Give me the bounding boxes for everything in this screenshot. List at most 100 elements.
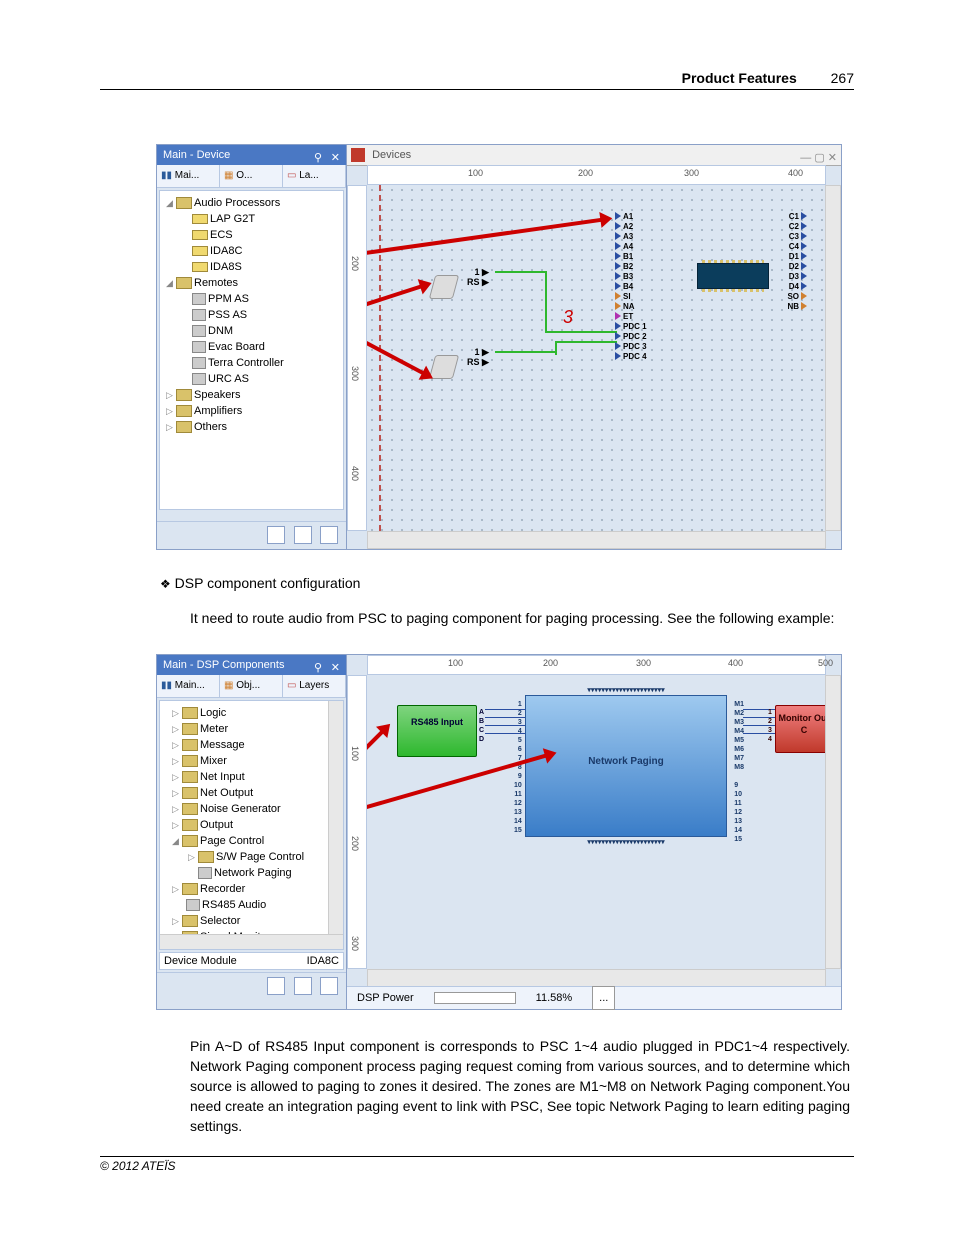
toolbar-icon[interactable] <box>320 526 338 544</box>
tab-objects[interactable]: ▦ O... <box>220 165 283 187</box>
tree-item[interactable]: IDA8C <box>210 245 242 257</box>
component-monitor-out-c[interactable]: Monitor Out C 1 2 3 4 <box>775 705 826 753</box>
tree-item[interactable]: LAP G2T <box>210 213 255 225</box>
tab-main[interactable]: ▮▮ Mai... <box>157 165 220 187</box>
device-label: 1 ▶ RS ▶ <box>467 267 489 287</box>
scrollbar-vertical[interactable] <box>825 185 841 531</box>
tree-item[interactable]: Mixer <box>200 755 227 767</box>
close-icon[interactable]: ✕ <box>331 658 340 678</box>
tree-item[interactable]: PPM AS <box>208 293 249 305</box>
tree-amplifiers[interactable]: Amplifiers <box>194 405 242 417</box>
canvas-title: Devices <box>372 149 411 161</box>
annotation-arrow-2a <box>367 284 423 319</box>
panel-tabs: ▮▮ Main... ▦ Obj... ▭ Layers <box>157 675 346 698</box>
toolbar-icon[interactable] <box>294 977 312 995</box>
tree-item[interactable]: Evac Board <box>208 341 265 353</box>
tree-item[interactable]: IDA8S <box>210 261 242 273</box>
device-ppm-2[interactable] <box>432 355 462 385</box>
toolbar-icon[interactable] <box>320 977 338 995</box>
pin-icon[interactable]: ⚲ <box>314 658 322 678</box>
port-block-left[interactable]: A1 A2 A3 A4 B1 B2 B3 B4 SI NA ET PDC 1 P… <box>615 211 655 321</box>
toolbar-icon[interactable] <box>267 526 285 544</box>
np-left-ports: 1 2 3 4 5 6 7 8 9 10 11 12 13 14 15 <box>514 700 522 835</box>
toolbar-icon[interactable] <box>294 526 312 544</box>
screenshot-devices: Main - Device ⚲ ✕ ▮▮ Mai... ▦ O... ▭ La.… <box>156 144 842 550</box>
port-block-right[interactable]: C1 C2 C3 C4 D1 D2 D3 D4 SO NB <box>767 211 807 321</box>
panel-title: Main - DSP Components <box>163 659 284 671</box>
scrollbar-horizontal[interactable] <box>367 531 826 549</box>
app-icon <box>351 148 365 162</box>
toolbar-icon[interactable] <box>267 977 285 995</box>
ruler-horizontal: 100 200 300 400 <box>367 165 826 185</box>
tree-speakers[interactable]: Speakers <box>194 389 240 401</box>
ruler-vertical: 100 200 300 <box>347 675 367 969</box>
dsp-tree[interactable]: ▷Logic ▷Meter ▷Message ▷Mixer ▷Net Input… <box>159 700 344 950</box>
scrollbar-horizontal[interactable] <box>367 969 826 987</box>
tree-item[interactable]: Meter <box>200 723 228 735</box>
screenshot-dsp: Main - DSP Components ⚲ ✕ ▮▮ Main... ▦ O… <box>156 654 842 1010</box>
status-percent: 11.58% <box>536 987 573 1009</box>
device-chip[interactable] <box>697 263 769 289</box>
dsp-canvas-area: 100 200 300 400 500 100 200 300 RS485 In… <box>347 655 841 987</box>
tree-item[interactable]: Logic <box>200 707 226 719</box>
tree-item[interactable]: ECS <box>210 229 233 241</box>
panel-toolbar <box>157 521 346 549</box>
status-bar: DSP Power 11.58% ... <box>347 986 841 1009</box>
tree-scrollbar-h[interactable] <box>160 934 343 949</box>
canvas-titlebar[interactable]: Devices — ▢ ✕ <box>347 145 841 166</box>
tree-item[interactable]: PSS AS <box>208 309 247 321</box>
tree-item[interactable]: S/W Page Control <box>216 851 304 863</box>
panel-toolbar <box>157 972 346 1000</box>
page-number: 267 <box>831 70 854 86</box>
tree-page-control[interactable]: Page Control <box>200 835 264 847</box>
tree-scrollbar-v[interactable] <box>328 701 343 935</box>
tab-layers[interactable]: ▭ La... <box>283 165 346 187</box>
tab-main[interactable]: ▮▮ Main... <box>157 675 220 697</box>
np-right-ports: M1 M2 M3 M4 M5 M6 M7 M8 9 10 11 12 13 14… <box>734 700 744 844</box>
tree-network-paging[interactable]: Network Paging <box>214 867 292 879</box>
tree-audio-processors[interactable]: Audio Processors <box>194 197 280 209</box>
status-more-button[interactable]: ... <box>592 986 615 1010</box>
annotation-arrow-2b <box>367 320 425 375</box>
dsp-design-canvas[interactable]: RS485 Input A B C D ▾▾▾▾▾▾▾▾▾▾▾▾▾▾▾▾▾▾▾▾… <box>367 675 826 969</box>
body-text-1: ❖ DSP component configuration It need to… <box>160 573 860 628</box>
page-footer: © 2012 ATEÏS <box>100 1156 854 1173</box>
tree-item[interactable]: Message <box>200 739 245 751</box>
status-label: DSP Power <box>357 987 414 1009</box>
ruler-vertical: 200 300 400 <box>347 185 367 531</box>
section-heading: DSP component configuration <box>175 575 361 591</box>
annotation-arrow-1 <box>367 218 603 259</box>
tree-item[interactable]: Net Output <box>200 787 253 799</box>
tree-others[interactable]: Others <box>194 421 227 433</box>
rs485-ports: A B C D <box>479 708 484 744</box>
body-paragraph: Pin A~D of RS485 Input component is corr… <box>190 1036 850 1136</box>
ruler-horizontal: 100 200 300 400 500 <box>367 655 826 675</box>
device-module-field: Device Module IDA8C <box>159 952 344 970</box>
tree-item[interactable]: Terra Controller <box>208 357 284 369</box>
tree-item[interactable]: Output <box>200 819 233 831</box>
page-header: Product Features 267 <box>100 70 854 90</box>
tree-item[interactable]: Noise Generator <box>200 803 281 815</box>
panel-main-device: Main - Device ⚲ ✕ ▮▮ Mai... ▦ O... ▭ La.… <box>157 145 347 549</box>
scrollbar-vertical[interactable] <box>825 675 841 969</box>
tree-item[interactable]: Recorder <box>200 883 245 895</box>
tree-item[interactable]: URC AS <box>208 373 249 385</box>
tree-item[interactable]: DNM <box>208 325 233 337</box>
tree-remotes[interactable]: Remotes <box>194 277 238 289</box>
tree-item[interactable]: Net Input <box>200 771 245 783</box>
device-tree[interactable]: ◢Audio Processors LAP G2T ECS IDA8C IDA8… <box>159 190 344 510</box>
panel-titlebar[interactable]: Main - DSP Components ⚲ ✕ <box>157 655 346 675</box>
pin-icon[interactable]: ⚲ <box>314 148 322 168</box>
tree-rs485-audio[interactable]: RS485 Audio <box>202 899 266 911</box>
tree-item[interactable]: Selector <box>200 915 240 927</box>
design-canvas[interactable]: 1 ▶ RS ▶ 1 ▶ RS ▶ A1 A2 <box>367 185 826 531</box>
tab-obj[interactable]: ▦ Obj... <box>220 675 283 697</box>
intro-paragraph: It need to route audio from PSC to pagin… <box>190 608 860 628</box>
panel-titlebar[interactable]: Main - Device ⚲ ✕ <box>157 145 346 165</box>
monitor-ports: 1 2 3 4 <box>768 708 772 744</box>
component-network-paging[interactable]: ▾▾▾▾▾▾▾▾▾▾▾▾▾▾▾▾▾▾▾▾▾▾ 1 2 3 4 5 6 7 8 9… <box>525 695 727 837</box>
device-ppm-1[interactable] <box>432 275 462 305</box>
tab-layers[interactable]: ▭ Layers <box>283 675 346 697</box>
component-rs485-input[interactable]: RS485 Input A B C D <box>397 705 477 757</box>
close-icon[interactable]: ✕ <box>331 148 340 168</box>
